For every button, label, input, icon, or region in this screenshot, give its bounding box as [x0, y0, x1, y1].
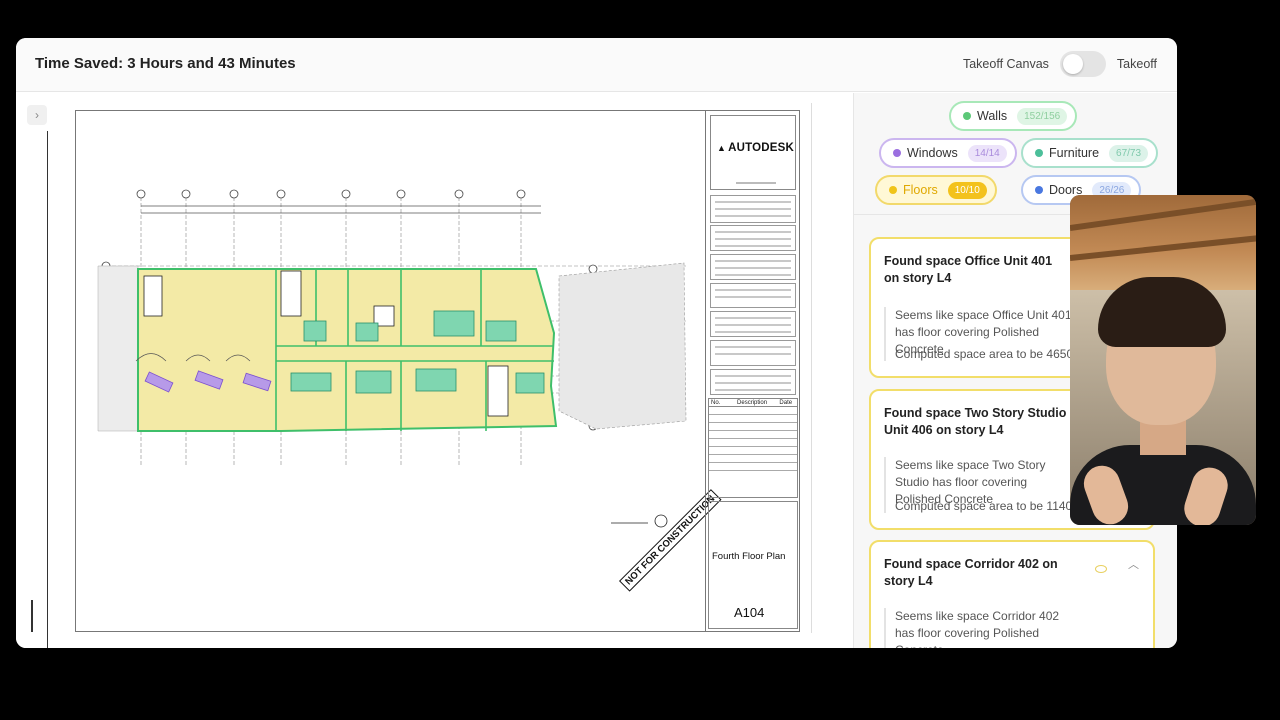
text-cursor: [31, 600, 33, 632]
drawing-sheet[interactable]: NOT FOR CONSTRUCTION AUTODESK No. Descri…: [75, 110, 800, 632]
consultant-box: [710, 283, 796, 308]
filter-count: 10/10: [947, 181, 987, 199]
rev-col-no: No.: [711, 400, 721, 406]
time-saved-title: Time Saved: 3 Hours and 43 Minutes: [35, 55, 296, 72]
filter-walls[interactable]: Walls 152/156: [949, 101, 1078, 131]
view-toggle-group: Takeoff Canvas Takeoff: [963, 51, 1157, 77]
toggle-left-label: Takeoff Canvas: [962, 57, 1049, 71]
sheet-edge: [811, 103, 812, 633]
revision-table: No. Description Date: [708, 398, 798, 498]
filter-floors[interactable]: Floors 10/10: [875, 175, 997, 205]
filter-windows[interactable]: Windows 14/14: [879, 138, 1017, 168]
chevron-up-icon[interactable]: ︿: [1128, 556, 1139, 572]
card-title: Found space Two Story Studio Unit 406 on…: [884, 406, 1067, 437]
card-metric: Computed space area to be 4650: [884, 347, 1074, 361]
filter-count: 67/73: [1109, 144, 1149, 162]
consultant-box: [710, 311, 796, 337]
expand-sidebar-button[interactable]: ›: [27, 105, 47, 125]
filter-label: Walls: [977, 109, 1008, 123]
sheet-number: A104: [734, 605, 765, 620]
consultant-box: [710, 195, 796, 223]
webcam-overlay: [1070, 195, 1256, 525]
header-bar: Time Saved: 3 Hours and 43 Minutes Takeo…: [16, 38, 1177, 92]
consultant-box: [710, 254, 796, 280]
windows-dot-icon: [893, 149, 901, 157]
sheet-title: Fourth Floor Plan: [712, 551, 786, 562]
filter-label: Floors: [903, 183, 938, 197]
doors-dot-icon: [1035, 186, 1043, 194]
canvas-divider: [47, 131, 48, 648]
filter-label: Windows: [907, 146, 958, 160]
toggle-knob: [1062, 54, 1083, 74]
takeoff-canvas[interactable]: › NOT FOR CONSTRUCTION ▲ AUTODESK No. De…: [16, 93, 852, 648]
floor-plan-drawing[interactable]: [76, 111, 704, 631]
toggle-right-label: Takeoff: [1116, 57, 1157, 71]
furniture-dot-icon: [1035, 149, 1043, 157]
takeoff-toggle[interactable]: [1059, 51, 1106, 77]
autodesk-logo: AUTODESK: [717, 142, 794, 154]
filter-count: 14/14: [967, 144, 1007, 162]
consultant-box: [710, 340, 796, 366]
consultant-box: [710, 225, 796, 251]
rev-col-date: Date: [779, 400, 793, 406]
filter-label: Furniture: [1049, 146, 1100, 160]
title-block: AUTODESK No. Description Date: [705, 111, 800, 631]
brand-box: AUTODESK: [710, 115, 796, 190]
consultant-box: [710, 369, 796, 395]
rev-col-description: Description: [737, 400, 768, 406]
app-window: Time Saved: 3 Hours and 43 Minutes Takeo…: [16, 38, 1177, 648]
card-title: Found space Corridor 402 on story L4: [884, 557, 1058, 588]
card-metric: Computed space area to be 1140.5: [884, 499, 1082, 513]
filter-count: 152/156: [1017, 107, 1068, 125]
walls-dot-icon: [963, 112, 971, 120]
space-card[interactable]: Found space Corridor 402 on story L4 ︿ S…: [869, 540, 1155, 648]
filter-furniture[interactable]: Furniture 67/73: [1021, 138, 1159, 168]
brand-underline: [736, 182, 776, 184]
revision-header-row: No. Description Date: [709, 399, 797, 407]
card-quote: Seems like space Corridor 402 has floor …: [884, 608, 1074, 648]
card-title: Found space Office Unit 401 on story L4: [884, 254, 1053, 285]
floors-dot-icon: [889, 186, 897, 194]
eye-icon[interactable]: [1095, 565, 1107, 573]
